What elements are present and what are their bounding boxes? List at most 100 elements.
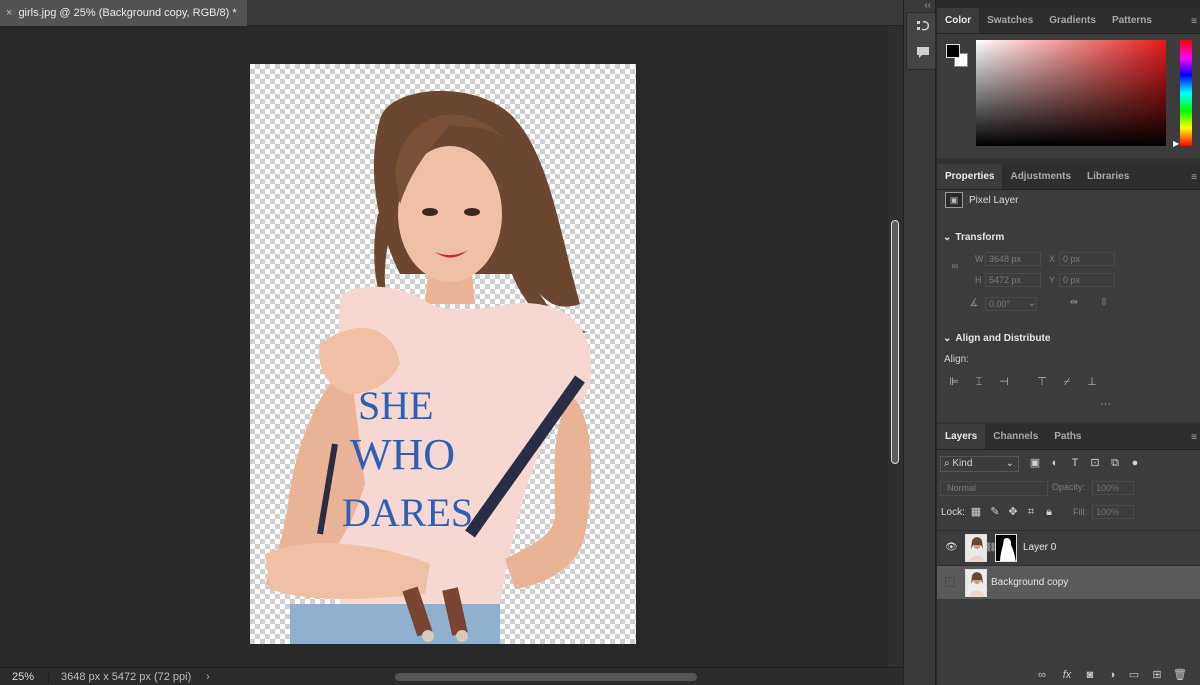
- hue-slider[interactable]: [1180, 40, 1192, 146]
- lock-artboard-icon[interactable]: ⌗: [1024, 505, 1038, 519]
- filter-pixel-icon[interactable]: ▣: [1028, 456, 1042, 470]
- height-field[interactable]: 5472 px: [985, 273, 1041, 287]
- more-options-icon[interactable]: ···: [1100, 398, 1111, 410]
- align-bottom-icon[interactable]: ⊥: [1085, 375, 1099, 389]
- collapse-panels-icon[interactable]: ‹‹: [924, 0, 931, 11]
- tab-layers[interactable]: Layers: [937, 424, 986, 449]
- tab-gradients[interactable]: Gradients: [1041, 8, 1104, 33]
- layer-mask-thumbnail[interactable]: [995, 534, 1017, 562]
- layers-panel-menu-icon[interactable]: ≡: [1191, 432, 1197, 443]
- color-panel-menu-icon[interactable]: ≡: [1191, 16, 1197, 27]
- layer-style-icon[interactable]: fx: [1060, 668, 1074, 682]
- properties-panel-tabs: Properties Adjustments Libraries ≡: [937, 164, 1200, 190]
- y-label: Y: [1049, 275, 1056, 285]
- align-heading: Align and Distribute: [955, 333, 1051, 344]
- layers-panel: Layers Channels Paths ≡ ⌕ Kind ⌄ ▣ ◐ T ⊡…: [937, 424, 1200, 685]
- comment-icon[interactable]: [915, 45, 931, 61]
- filter-adjustment-icon[interactable]: ◐: [1048, 456, 1062, 470]
- layer-name[interactable]: Background copy: [991, 577, 1068, 588]
- properties-panel-menu-icon[interactable]: ≡: [1191, 172, 1197, 183]
- x-field[interactable]: 0 px: [1059, 252, 1115, 266]
- align-section-header[interactable]: ⌄ Align and Distribute: [943, 333, 1050, 344]
- align-left-icon[interactable]: ⊫: [947, 375, 961, 389]
- photoshop-window: × girls.jpg @ 25% (Background copy, RGB/…: [0, 0, 1200, 685]
- align-vertical-center-icon[interactable]: ⌿: [1060, 375, 1074, 389]
- pixel-layer-row: ▣ Pixel Layer: [945, 192, 1018, 208]
- layer-thumbnail: [965, 534, 987, 562]
- vertical-scroll-thumb[interactable]: [891, 220, 899, 464]
- delete-layer-icon[interactable]: 🗑︎: [1173, 668, 1187, 682]
- color-panel-tabs: Color Swatches Gradients Patterns ≡: [937, 8, 1200, 34]
- canvas-area[interactable]: SHE WHO DARES: [0, 26, 888, 667]
- document-canvas[interactable]: SHE WHO DARES: [250, 64, 636, 644]
- lock-transparent-pixels-icon[interactable]: ▦: [969, 505, 983, 519]
- layers-panel-footer: ∞ fx ◙ ◑ ▭ ⊞ 🗑︎: [937, 668, 1200, 684]
- filter-shape-icon[interactable]: ⊡: [1088, 456, 1102, 470]
- close-tab-icon[interactable]: ×: [6, 7, 12, 19]
- color-picker-field[interactable]: [976, 40, 1166, 146]
- dock-icon-group: [906, 12, 936, 70]
- history-icon[interactable]: [915, 19, 931, 35]
- kind-filter-select[interactable]: ⌕ Kind ⌄: [940, 456, 1019, 472]
- search-icon: ⌕: [944, 458, 950, 469]
- x-label: X: [1049, 254, 1056, 264]
- filter-type-icon[interactable]: T: [1068, 456, 1082, 470]
- fill-field[interactable]: 100%: [1092, 505, 1134, 519]
- opacity-field[interactable]: 100%: [1092, 481, 1134, 495]
- new-adjustment-layer-icon[interactable]: ◑: [1105, 668, 1119, 682]
- filter-smart-object-icon[interactable]: ⧉: [1108, 456, 1122, 470]
- layer-row[interactable]: 👁︎ ⛓︎ Layer 0: [937, 530, 1200, 564]
- document-tab-title: girls.jpg @ 25% (Background copy, RGB/8)…: [18, 7, 237, 19]
- vertical-scrollbar[interactable]: [888, 26, 903, 667]
- lock-position-icon[interactable]: ✥: [1006, 505, 1020, 519]
- opacity-label: Opacity:: [1052, 482, 1086, 492]
- blend-mode-select[interactable]: Normal: [940, 481, 1048, 496]
- add-mask-icon[interactable]: ◙: [1083, 668, 1097, 682]
- chevron-down-icon: ⌄: [943, 333, 952, 344]
- y-field[interactable]: 0 px: [1059, 273, 1115, 287]
- new-layer-icon[interactable]: ⊞: [1150, 668, 1164, 682]
- filter-toggle-icon[interactable]: ●: [1128, 456, 1142, 470]
- align-horizontal-center-icon[interactable]: ⌶: [972, 375, 986, 389]
- new-group-icon[interactable]: ▭: [1127, 668, 1141, 682]
- status-menu-arrow-icon[interactable]: ›: [198, 671, 218, 683]
- layer-row[interactable]: Background copy: [937, 565, 1200, 599]
- properties-panel: Properties Adjustments Libraries ≡ ▣ Pix…: [937, 164, 1200, 422]
- width-field[interactable]: 3648 px: [985, 252, 1041, 266]
- tab-paths[interactable]: Paths: [1046, 424, 1089, 449]
- zoom-level[interactable]: 25%: [0, 671, 48, 683]
- lock-image-pixels-icon[interactable]: ✎: [988, 505, 1002, 519]
- link-layers-icon[interactable]: ∞: [1035, 668, 1049, 682]
- lock-label: Lock:: [941, 507, 965, 518]
- layer-name[interactable]: Layer 0: [1023, 542, 1056, 553]
- shirt-text-line-3: DARES: [342, 490, 473, 535]
- angle-dropdown-icon[interactable]: ⌄: [1025, 298, 1039, 309]
- tab-swatches[interactable]: Swatches: [979, 8, 1041, 33]
- kind-filter-value: Kind: [952, 458, 973, 469]
- visibility-toggle-off[interactable]: [945, 577, 955, 587]
- align-top-icon[interactable]: ⊤: [1035, 375, 1049, 389]
- eye-icon[interactable]: 👁︎: [945, 542, 958, 553]
- transform-section-header[interactable]: ⌄ Transform: [943, 232, 1004, 243]
- foreground-color-swatch[interactable]: [946, 44, 960, 58]
- tab-properties[interactable]: Properties: [937, 164, 1003, 189]
- horizontal-scroll-thumb[interactable]: [395, 673, 697, 681]
- right-panels: Color Swatches Gradients Patterns ≡ ▶ Pr…: [937, 8, 1200, 685]
- document-info: 3648 px x 5472 px (72 ppi): [48, 670, 198, 683]
- link-dimensions-icon[interactable]: ∞: [948, 261, 962, 272]
- align-right-icon[interactable]: ⊣: [997, 375, 1011, 389]
- chevron-down-icon: ⌄: [1005, 458, 1014, 469]
- lock-all-icon[interactable]: 🔒︎: [1042, 505, 1056, 519]
- fill-label: Fill:: [1073, 507, 1087, 517]
- tab-patterns[interactable]: Patterns: [1104, 8, 1160, 33]
- tab-channels[interactable]: Channels: [985, 424, 1046, 449]
- layer-thumbnail: [965, 569, 987, 597]
- hue-slider-marker-icon[interactable]: ▶: [1173, 139, 1179, 148]
- flip-vertical-icon[interactable]: ⇳: [1097, 297, 1111, 308]
- document-tab[interactable]: × girls.jpg @ 25% (Background copy, RGB/…: [0, 0, 247, 26]
- tab-libraries[interactable]: Libraries: [1079, 164, 1137, 189]
- shirt-text-line-2: WHO: [350, 430, 455, 479]
- tab-color[interactable]: Color: [937, 8, 980, 33]
- tab-adjustments[interactable]: Adjustments: [1002, 164, 1079, 189]
- flip-horizontal-icon[interactable]: ⇹: [1067, 297, 1081, 308]
